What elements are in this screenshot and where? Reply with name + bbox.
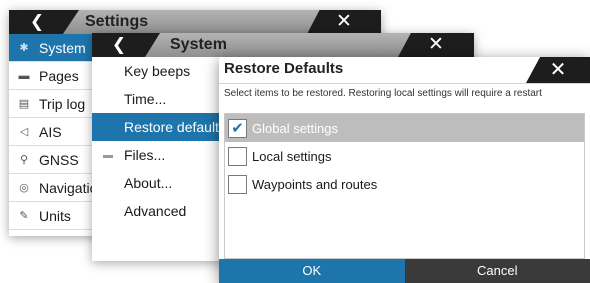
pages-icon: ▬ <box>18 69 30 82</box>
option-waypoints-and-routes[interactable]: Waypoints and routes <box>225 170 584 198</box>
close-button[interactable]: ✕ <box>307 10 381 34</box>
option-label: Waypoints and routes <box>252 176 378 192</box>
page-title: System <box>170 36 227 53</box>
chevron-left-icon: ❮ <box>29 12 45 31</box>
system-item-label: Time... <box>124 91 167 107</box>
settings-item-label: GNSS <box>39 151 79 168</box>
checkbox-unchecked[interactable] <box>228 146 247 166</box>
settings-item-label: Pages <box>39 67 79 84</box>
option-global-settings[interactable]: ✔ Global settings <box>225 114 584 142</box>
system-item-label: Advanced <box>124 203 187 219</box>
checkmark-icon: ✔ <box>231 119 244 137</box>
settings-titlebar: ❮ Settings ✕ <box>9 10 381 34</box>
close-icon: ✕ <box>336 11 352 32</box>
gear-icon: ✱ <box>19 42 29 54</box>
settings-item-label: Units <box>39 207 71 224</box>
back-button[interactable]: ❮ <box>9 10 79 34</box>
page-title: Settings <box>85 13 149 30</box>
close-button[interactable]: ✕ <box>398 33 474 57</box>
close-icon: ✕ <box>549 59 567 81</box>
option-label: Global settings <box>252 120 338 136</box>
settings-item-label: Trip log <box>39 95 86 112</box>
pencil-icon: ✎ <box>19 210 29 222</box>
satellite-icon: ⚲ <box>19 154 29 166</box>
restore-options-list: ✔ Global settings Local settings Waypoin… <box>224 113 585 259</box>
close-button[interactable]: ✕ <box>526 57 590 83</box>
restore-defaults-dialog: Restore Defaults ✕ Select items to be re… <box>219 57 590 283</box>
settings-item-label: AIS <box>39 123 62 140</box>
divider <box>219 83 590 84</box>
system-item-label: About... <box>124 175 173 191</box>
system-item-label: Key beeps <box>124 63 191 79</box>
ok-button[interactable]: OK <box>219 259 405 283</box>
dialog-titlebar: Restore Defaults ✕ <box>219 57 590 83</box>
dialog-description: Select items to be restored. Restoring l… <box>224 88 542 99</box>
trip-log-icon: ▤ <box>18 98 30 110</box>
compass-icon: ◎ <box>19 182 29 194</box>
back-button[interactable]: ❮ <box>92 33 160 57</box>
option-label: Local settings <box>252 148 332 164</box>
settings-item-label: System <box>39 39 86 56</box>
checkbox-unchecked[interactable] <box>228 174 247 194</box>
system-item-label: Files... <box>124 147 166 163</box>
cancel-button[interactable]: Cancel <box>404 259 590 283</box>
dialog-buttons: OK Cancel <box>219 259 590 283</box>
close-icon: ✕ <box>428 34 444 55</box>
checkbox-checked[interactable]: ✔ <box>228 118 247 138</box>
files-icon: ▬ <box>103 149 113 161</box>
option-local-settings[interactable]: Local settings <box>225 142 584 170</box>
ais-icon: ◁ <box>19 126 29 138</box>
chevron-left-icon: ❮ <box>111 35 127 54</box>
system-titlebar: ❮ System ✕ <box>92 33 474 57</box>
dialog-title: Restore Defaults <box>224 60 344 77</box>
